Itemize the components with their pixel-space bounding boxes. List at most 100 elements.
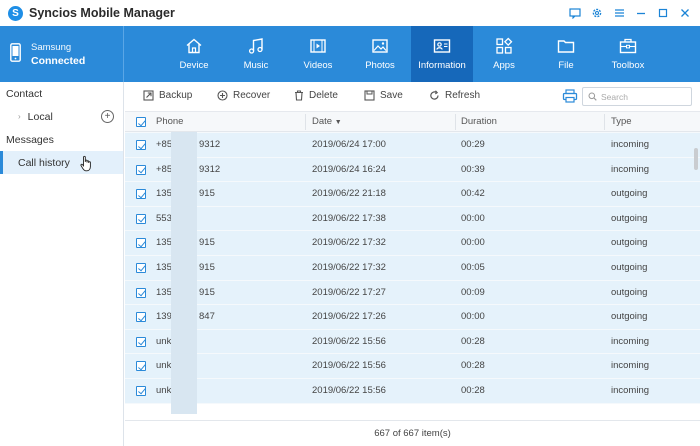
vertical-scrollbar[interactable] bbox=[694, 148, 698, 170]
save-button[interactable]: Save bbox=[364, 90, 403, 101]
row-checkbox[interactable] bbox=[136, 385, 146, 396]
column-divider[interactable] bbox=[604, 114, 605, 130]
nav-tab-apps[interactable]: Apps bbox=[473, 26, 535, 82]
search-icon bbox=[588, 92, 597, 101]
phone-icon bbox=[10, 43, 21, 65]
table-row[interactable]: 135 915 2019/06/22 21:18 00:42 outgoing bbox=[125, 182, 700, 207]
cell-duration: 00:28 bbox=[461, 360, 485, 372]
row-checkbox[interactable] bbox=[136, 213, 146, 224]
table-row[interactable]: unk 2019/06/22 15:56 00:28 incoming bbox=[125, 378, 700, 404]
table-row[interactable]: 139 847 2019/06/22 17:26 00:00 outgoing bbox=[125, 305, 700, 330]
trash-icon bbox=[295, 90, 303, 101]
search-input[interactable] bbox=[601, 91, 681, 102]
cell-date: 2019/06/24 17:00 bbox=[312, 139, 386, 150]
cell-phone-tail: 9312 bbox=[199, 163, 221, 175]
column-header-phone[interactable]: Phone bbox=[156, 112, 183, 132]
column-header-type[interactable]: Type bbox=[611, 112, 632, 132]
column-header-duration[interactable]: Duration bbox=[461, 112, 497, 132]
export-icon bbox=[143, 90, 154, 101]
row-checkbox[interactable] bbox=[136, 238, 146, 249]
row-checkbox[interactable] bbox=[136, 336, 146, 347]
recover-icon bbox=[217, 90, 228, 101]
refresh-button[interactable]: Refresh bbox=[429, 90, 480, 101]
gear-icon[interactable] bbox=[588, 5, 606, 21]
delete-button[interactable]: Delete bbox=[294, 90, 338, 101]
table-row[interactable]: +85 9312 2019/06/24 17:00 00:29 incoming bbox=[125, 133, 700, 158]
cell-date: 2019/06/22 15:56 bbox=[312, 335, 386, 347]
music-icon bbox=[248, 38, 263, 54]
row-checkbox[interactable] bbox=[136, 262, 146, 273]
cell-duration: 00:42 bbox=[461, 188, 485, 200]
table-row[interactable]: 135 915 2019/06/22 17:32 00:00 outgoing bbox=[125, 231, 700, 256]
nav-tab-file[interactable]: File bbox=[535, 26, 597, 82]
cell-phone: 139 bbox=[156, 311, 172, 323]
table-row[interactable]: 135 915 2019/06/22 17:27 00:09 outgoing bbox=[125, 280, 700, 306]
sidebar-item-label: Messages bbox=[6, 133, 54, 146]
nav-label: Videos bbox=[303, 60, 333, 71]
row-checkbox[interactable] bbox=[136, 140, 146, 150]
recover-button[interactable]: Recover bbox=[217, 90, 270, 101]
cell-phone: unk bbox=[156, 384, 172, 396]
nav-tab-toolbox[interactable]: Toolbox bbox=[597, 26, 659, 82]
nav-label: Photos bbox=[365, 60, 395, 71]
nav-tab-photos[interactable]: Photos bbox=[349, 26, 411, 82]
table-header: Phone Date ▼ Duration Type bbox=[125, 112, 700, 132]
cell-type: outgoing bbox=[611, 311, 648, 323]
close-icon[interactable] bbox=[676, 5, 694, 21]
cell-phone: 135 bbox=[156, 237, 172, 249]
toolbar: Backup Recover Delete Save Refresh bbox=[125, 82, 700, 112]
sidebar-item-label: Local bbox=[27, 110, 53, 123]
nav-tab-device[interactable]: Device bbox=[163, 26, 225, 82]
row-checkbox[interactable] bbox=[136, 361, 146, 372]
sidebar-item-messages[interactable]: Messages bbox=[0, 128, 123, 151]
menu-icon[interactable] bbox=[610, 5, 628, 21]
cell-phone-tail: 915 bbox=[199, 237, 215, 249]
device-status-panel[interactable]: Samsung Connected bbox=[0, 26, 124, 82]
sidebar-item-call-history[interactable]: Call history bbox=[0, 151, 123, 174]
column-divider[interactable] bbox=[305, 114, 306, 130]
printer-icon[interactable] bbox=[562, 88, 578, 104]
main-header: Samsung Connected Device Music Videos Ph… bbox=[0, 26, 700, 82]
table-body: +85 9312 2019/06/24 17:00 00:29 incoming +85 9… bbox=[125, 132, 700, 404]
backup-button[interactable]: Backup bbox=[143, 90, 192, 101]
cell-date: 2019/06/24 16:24 bbox=[312, 163, 386, 175]
table-row[interactable]: unk 2019/06/22 15:56 00:28 incoming bbox=[125, 329, 700, 355]
cell-date: 2019/06/22 21:18 bbox=[312, 188, 386, 200]
toolbox-icon bbox=[619, 38, 637, 54]
sidebar-item-contact[interactable]: Contact bbox=[0, 82, 123, 105]
cell-date: 2019/06/22 17:38 bbox=[312, 212, 386, 224]
nav-label: File bbox=[558, 60, 574, 71]
select-all-checkbox[interactable] bbox=[136, 117, 146, 127]
item-count: 667 of 667 item(s) bbox=[374, 428, 451, 439]
cell-type: incoming bbox=[611, 335, 650, 347]
status-bar: 667 of 667 item(s) bbox=[125, 420, 700, 446]
nav-tab-information[interactable]: Information bbox=[411, 26, 473, 82]
table-row[interactable]: unk 2019/06/22 15:56 00:28 incoming bbox=[125, 354, 700, 379]
row-checkbox[interactable] bbox=[136, 189, 146, 200]
column-header-date[interactable]: Date ▼ bbox=[312, 112, 342, 132]
table-row[interactable]: 135 915 2019/06/22 17:32 00:05 outgoing bbox=[125, 255, 700, 281]
cell-phone-tail: 915 bbox=[199, 188, 215, 200]
redaction-overlay bbox=[171, 132, 197, 414]
cell-phone-tail: 9312 bbox=[199, 139, 221, 150]
column-divider[interactable] bbox=[455, 114, 456, 130]
nav-tab-videos[interactable]: Videos bbox=[287, 26, 349, 82]
save-label: Save bbox=[380, 90, 403, 101]
maximize-icon[interactable] bbox=[654, 5, 672, 21]
nav-tab-music[interactable]: Music bbox=[225, 26, 287, 82]
row-container: +85 9312 2019/06/24 17:00 00:29 incoming +85 9… bbox=[125, 133, 700, 404]
row-checkbox[interactable] bbox=[136, 312, 146, 323]
nav-label: Device bbox=[179, 60, 209, 71]
table-row[interactable]: 553 2019/06/22 17:38 00:00 outgoing bbox=[125, 206, 700, 232]
sidebar-item-local[interactable]: › Local + bbox=[0, 105, 123, 128]
search-box[interactable] bbox=[582, 87, 692, 106]
table-row[interactable]: +85 9312 2019/06/24 16:24 00:39 incoming bbox=[125, 157, 700, 183]
cell-type: outgoing bbox=[611, 237, 648, 249]
row-checkbox[interactable] bbox=[136, 287, 146, 298]
main-nav: Device Music Videos Photos Information A… bbox=[163, 26, 659, 82]
feedback-icon[interactable] bbox=[566, 5, 584, 21]
cell-date: 2019/06/22 17:32 bbox=[312, 237, 386, 249]
row-checkbox[interactable] bbox=[136, 164, 146, 175]
minimize-icon[interactable] bbox=[632, 5, 650, 21]
add-icon[interactable]: + bbox=[101, 110, 114, 123]
